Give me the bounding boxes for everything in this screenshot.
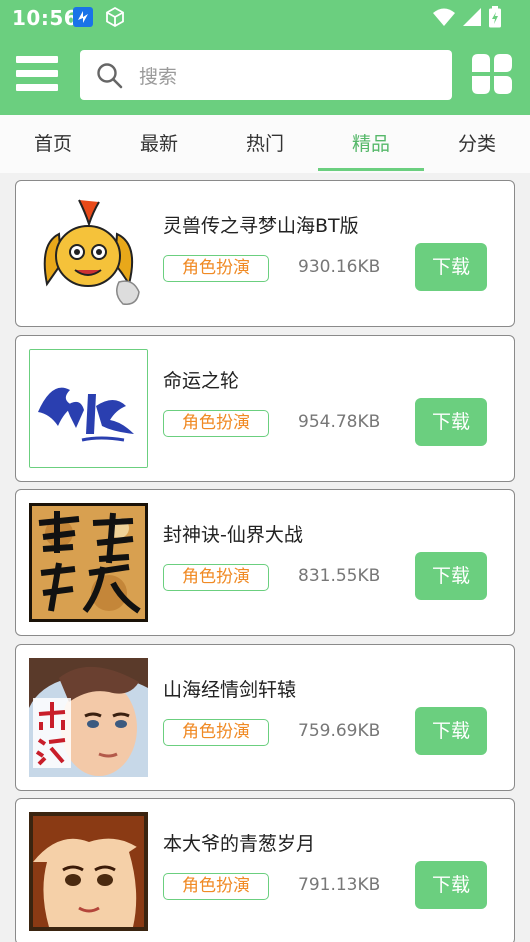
tab-latest[interactable]: 最新 [106, 115, 212, 173]
wifi-icon [433, 8, 455, 26]
file-size: 831.55KB [298, 566, 381, 586]
app-icon [29, 349, 148, 468]
app-list-item[interactable]: 灵兽传之寻梦山海BT版 角色扮演 930.16KB 下载 [15, 180, 515, 327]
app-title: 山海经情剑轩辕 [163, 679, 297, 701]
app-title: 灵兽传之寻梦山海BT版 [163, 215, 359, 237]
menu-button[interactable] [16, 54, 60, 94]
active-tab-indicator [318, 168, 424, 171]
notification-app-icon [73, 7, 93, 27]
app-list-item[interactable]: 封神诀-仙界大战 角色扮演 831.55KB 下载 [15, 489, 515, 636]
clover-grid-icon[interactable] [468, 50, 516, 98]
status-bar: 10:56 [0, 0, 530, 36]
genre-tag: 角色扮演 [163, 564, 269, 591]
genre-tag: 角色扮演 [163, 719, 269, 746]
app-icon [29, 194, 148, 313]
app-icon [29, 503, 148, 622]
download-button[interactable]: 下载 [415, 398, 487, 446]
tab-categories[interactable]: 分类 [424, 115, 530, 173]
battery-icon [489, 6, 501, 28]
genre-tag: 角色扮演 [163, 410, 269, 437]
download-button[interactable]: 下载 [415, 243, 487, 291]
app-title: 封神诀-仙界大战 [163, 524, 303, 546]
tab-home[interactable]: 首页 [0, 115, 106, 173]
app-list-item[interactable]: 山海经情剑轩辕 角色扮演 759.69KB 下载 [15, 644, 515, 791]
download-button[interactable]: 下载 [415, 552, 487, 600]
search-icon [97, 63, 123, 89]
app-icon [29, 812, 148, 931]
genre-tag: 角色扮演 [163, 255, 269, 282]
app-title: 命运之轮 [163, 370, 240, 392]
app-list-item[interactable]: 本大爷的青葱岁月 角色扮演 791.13KB 下载 [15, 798, 515, 942]
download-button[interactable]: 下载 [415, 707, 487, 755]
search-placeholder: 搜索 [139, 66, 178, 88]
file-size: 930.16KB [298, 257, 381, 277]
cube-icon [106, 6, 124, 28]
app-list-item[interactable]: 命运之轮 角色扮演 954.78KB 下载 [15, 335, 515, 482]
tab-featured[interactable]: 精品 [318, 115, 424, 173]
category-tabs: 首页 最新 热门 精品 分类 [0, 115, 530, 173]
app-header: 10:56 搜索 [0, 0, 530, 115]
status-right-icons [432, 6, 502, 28]
search-bar[interactable]: 搜索 [80, 50, 452, 100]
file-size: 791.13KB [298, 875, 381, 895]
app-icon [29, 658, 148, 777]
status-time: 10:56 [12, 6, 79, 30]
download-button[interactable]: 下载 [415, 861, 487, 909]
cellular-signal-icon [463, 8, 481, 26]
file-size: 759.69KB [298, 721, 381, 741]
tab-hot[interactable]: 热门 [212, 115, 318, 173]
file-size: 954.78KB [298, 412, 381, 432]
genre-tag: 角色扮演 [163, 873, 269, 900]
app-title: 本大爷的青葱岁月 [163, 833, 316, 855]
